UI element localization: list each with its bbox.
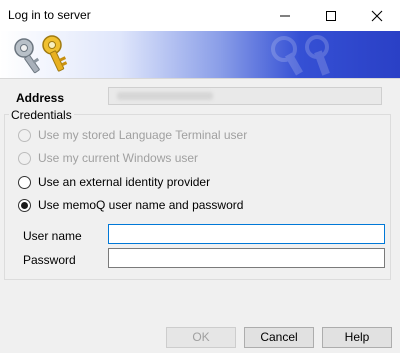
title-bar: Log in to server — [0, 0, 400, 31]
keys-watermark-icon — [271, 35, 330, 76]
radio-label: Use an external identity provider — [38, 175, 211, 189]
password-label: Password — [23, 253, 76, 267]
radio-label: Use my stored Language Terminal user — [38, 128, 248, 142]
maximize-icon — [326, 11, 336, 21]
password-input[interactable] — [108, 248, 385, 268]
radio-external-identity-provider[interactable]: Use an external identity provider — [18, 174, 210, 190]
header-banner — [0, 31, 400, 78]
keys-icon — [14, 35, 68, 74]
maximize-button[interactable] — [308, 0, 354, 31]
username-label: User name — [23, 229, 82, 243]
credentials-group-label: Credentials — [9, 108, 74, 122]
radio-stored-language-terminal[interactable]: Use my stored Language Terminal user — [18, 127, 247, 143]
address-redacted — [117, 92, 213, 100]
address-label: Address — [16, 91, 65, 105]
radio-button[interactable] — [18, 151, 31, 165]
close-icon — [371, 10, 383, 22]
address-field — [108, 87, 382, 105]
cancel-button[interactable]: Cancel — [244, 327, 314, 348]
radio-label: Use my current Windows user — [38, 151, 199, 165]
minimize-button[interactable] — [262, 0, 308, 31]
close-button[interactable] — [354, 0, 400, 31]
login-dialog: Log in to server Address Credentials Use… — [0, 0, 400, 353]
help-button[interactable]: Help — [322, 327, 392, 348]
ok-button[interactable]: OK — [166, 327, 236, 348]
window-title: Log in to server — [8, 8, 91, 22]
radio-memoq-user-password[interactable]: Use memoQ user name and password — [18, 197, 243, 213]
radio-button[interactable] — [18, 175, 31, 189]
radio-label: Use memoQ user name and password — [38, 198, 244, 212]
radio-button[interactable] — [18, 198, 31, 212]
username-input[interactable] — [108, 224, 385, 244]
banner-divider — [0, 78, 400, 79]
radio-current-windows-user[interactable]: Use my current Windows user — [18, 150, 198, 166]
radio-button[interactable] — [18, 128, 31, 142]
minimize-icon — [280, 15, 290, 17]
